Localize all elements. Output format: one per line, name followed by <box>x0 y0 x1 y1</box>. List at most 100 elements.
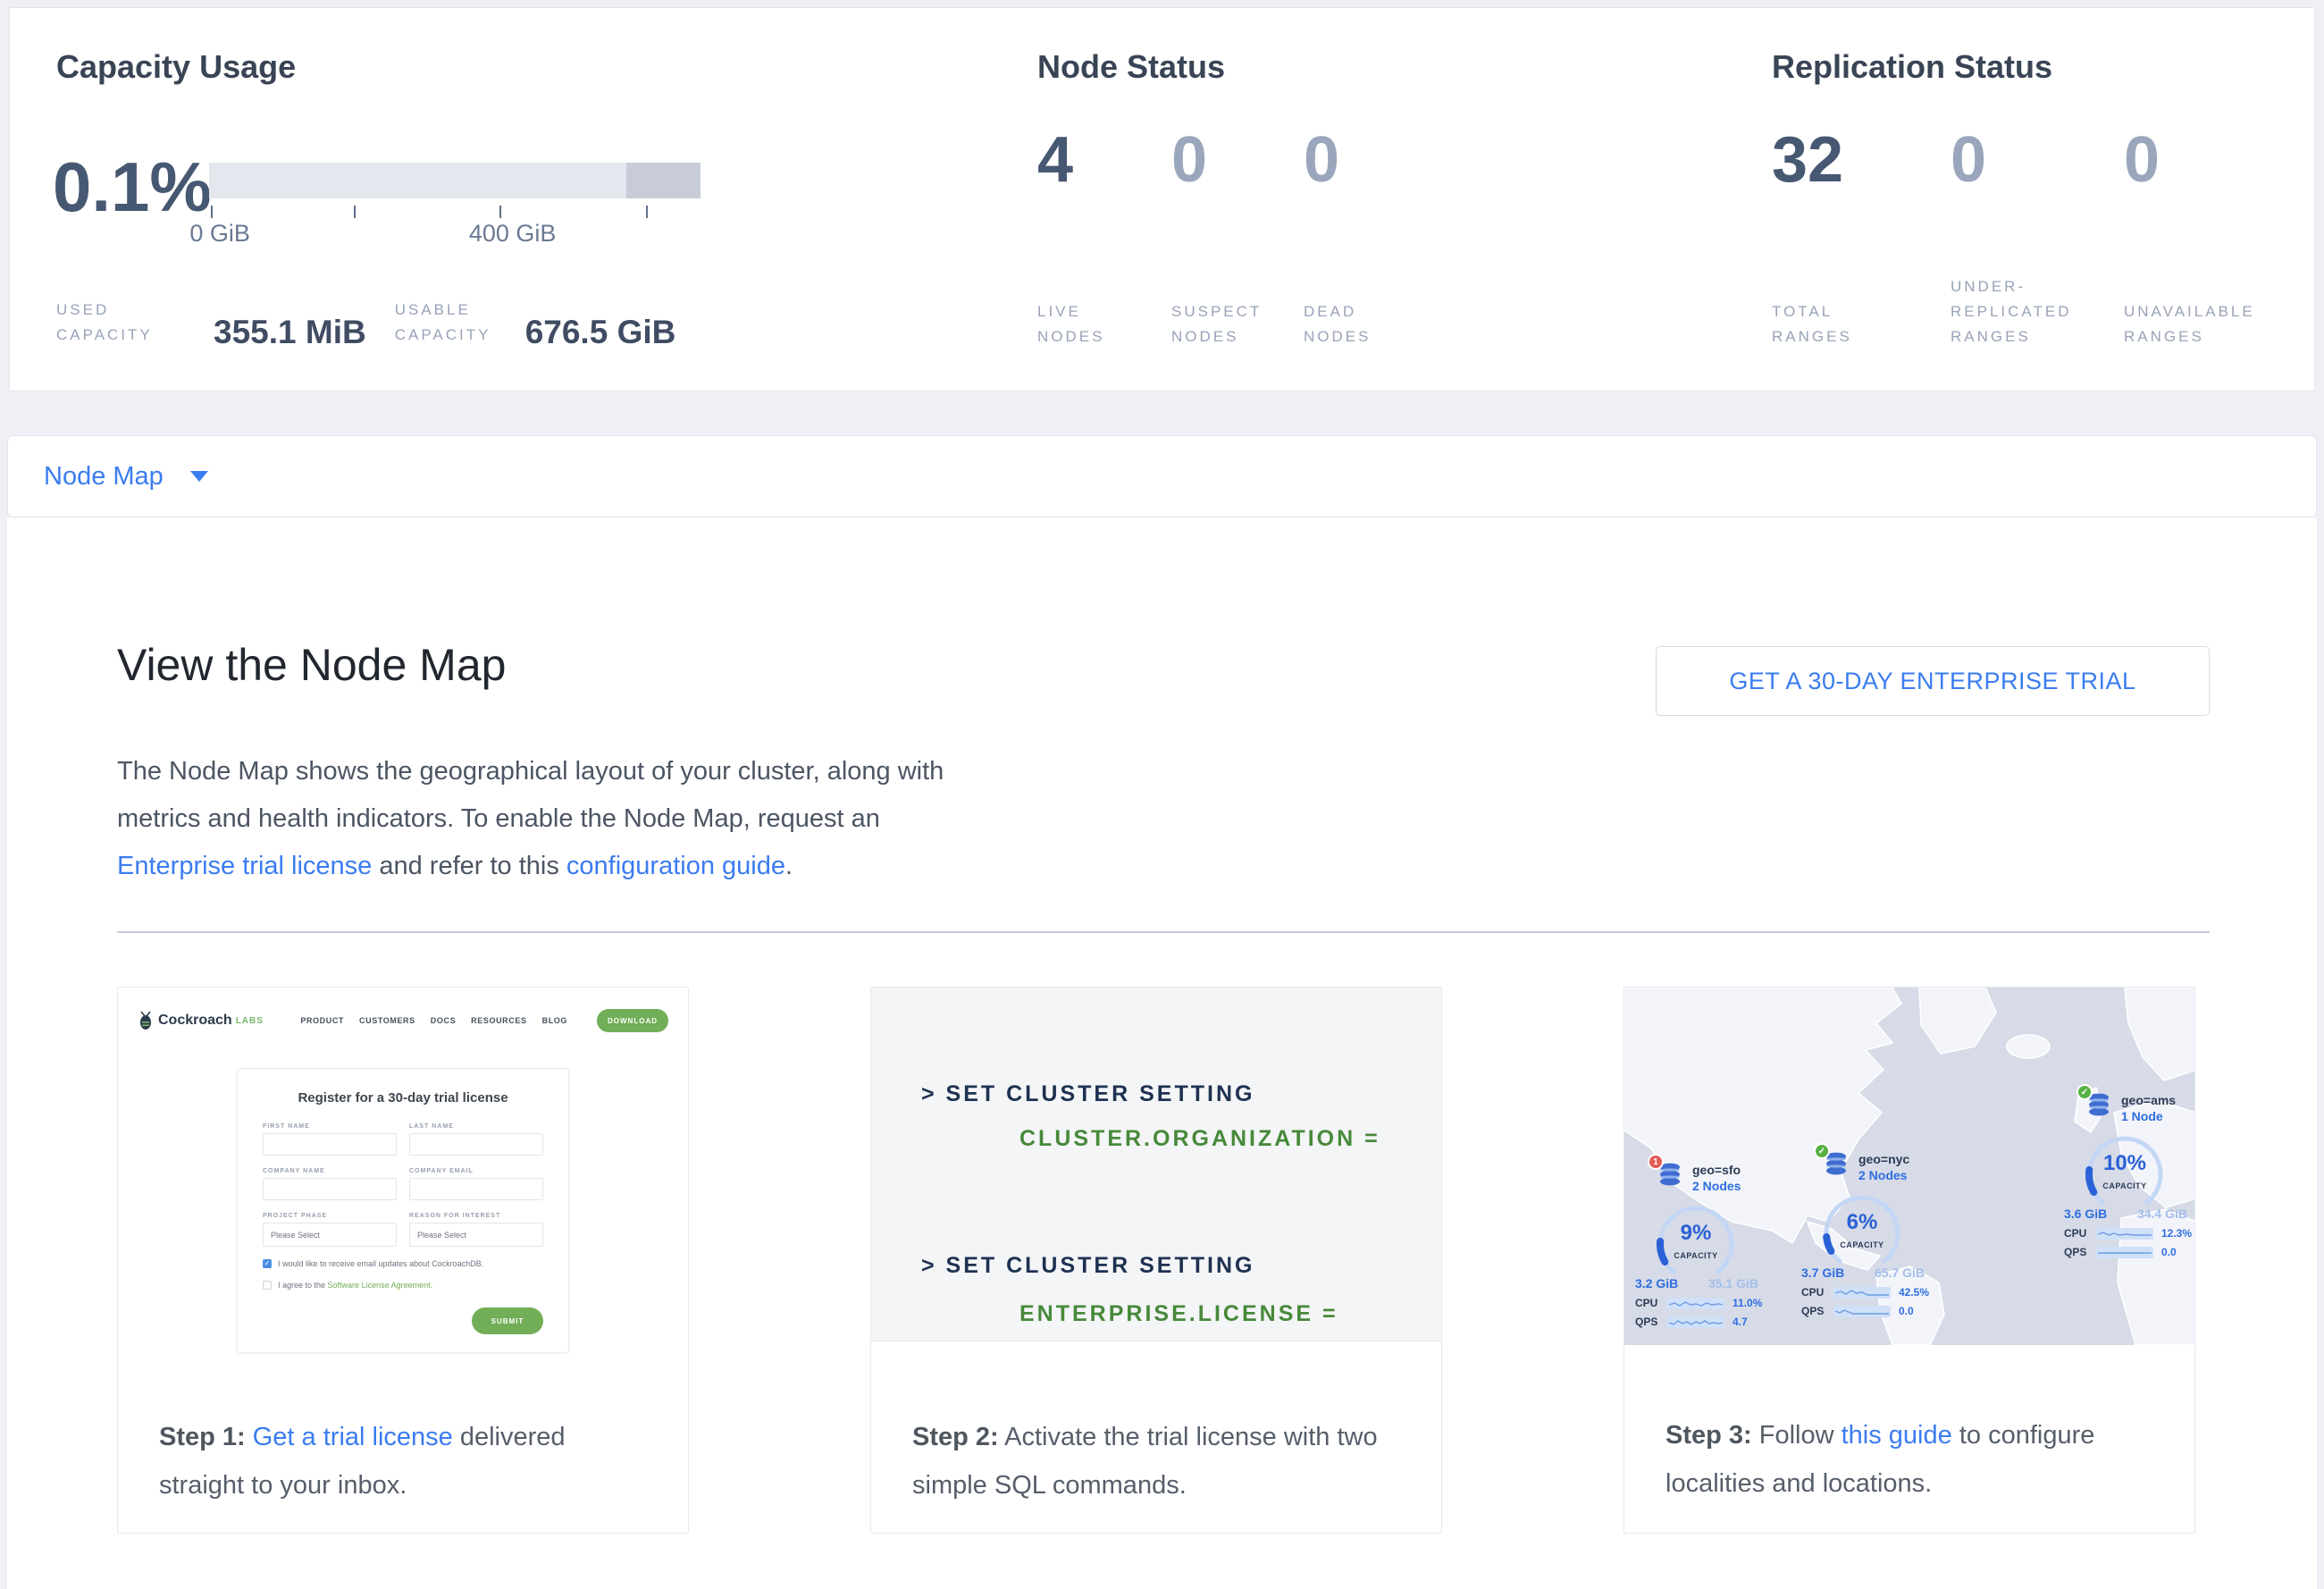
enterprise-trial-license-link[interactable]: Enterprise trial license <box>117 852 372 880</box>
capacity-label: CAPACITY <box>2082 1181 2168 1190</box>
nav-item-product: PRODUCT <box>300 1016 344 1025</box>
dead-nodes-stat: 0 DEAD NODES <box>1304 85 1456 391</box>
first-name-field: FIRST NAME <box>263 1123 397 1156</box>
database-icon <box>1658 1163 1685 1188</box>
step3-prefix: Step 3: <box>1665 1421 1752 1450</box>
usable-capacity-value: 676.5 GiB <box>525 317 676 348</box>
axis-label-400: 400 GiB <box>469 220 557 248</box>
this-guide-link[interactable]: this guide <box>1842 1421 1952 1450</box>
cockroach-labs-logo: Cockroach LABS <box>138 1011 264 1030</box>
capacity-arc-sfo: 9% CAPACITY <box>1653 1201 1739 1287</box>
capacity-bar <box>209 163 701 198</box>
capacity-bar-row: 0.1% <box>56 163 1037 198</box>
email-updates-checkbox-row: ✓ I would like to receive email updates … <box>263 1259 543 1268</box>
mini-site-header: Cockroach LABS PRODUCT CUSTOMERS DOCS RE… <box>138 1009 668 1032</box>
node-status-section: Node Status 4 LIVE NODES 0 SUSPECT NODES… <box>1037 8 1772 391</box>
cpu-value: 11.0% <box>1733 1297 1762 1309</box>
step3-caption: Step 3: Follow this guide to configure l… <box>1624 1345 2194 1508</box>
trial-registration-form: Register for a 30-day trial license FIRS… <box>237 1068 569 1353</box>
capacity-label: CAPACITY <box>1819 1240 1905 1249</box>
cpu-sparkline <box>1833 1287 1891 1299</box>
nav-item-customers: CUSTOMERS <box>359 1016 415 1025</box>
qps-label: QPS <box>2064 1246 2096 1258</box>
capacity-percent: 9% <box>1653 1221 1739 1246</box>
cpu-value: 42.5% <box>1899 1286 1929 1299</box>
cpu-sparkline <box>1667 1298 1724 1309</box>
project-phase-field: PROJECT PHASE Please Select <box>263 1213 397 1247</box>
sql-code-block: > SET CLUSTER SETTING CLUSTER.ORGANIZATI… <box>871 988 1441 1341</box>
locality-name: geo=nyc <box>1858 1152 1909 1167</box>
replication-status-stats: 32 TOTAL RANGES 0 UNDER- REPLICATED RANG… <box>1772 85 2314 391</box>
license-agreement-pre: I agree to the <box>278 1281 328 1290</box>
used-capacity-label: USED CAPACITY <box>56 298 210 348</box>
qps-value: 0.0 <box>1899 1305 1914 1317</box>
capacity-percent: 0.1% <box>53 152 212 222</box>
checkbox-checked-icon: ✓ <box>263 1259 272 1268</box>
qps-metric-ams: QPS 0.0 <box>2064 1246 2194 1258</box>
form-title: Register for a 30-day trial license <box>263 1090 543 1106</box>
cpu-metric-sfo: CPU 11.0% <box>1635 1297 1769 1309</box>
locality-node-count: 2 Nodes <box>1692 1178 1741 1194</box>
node-status-title: Node Status <box>1037 49 1772 85</box>
logo-suffix: LABS <box>236 1016 264 1026</box>
capacity-percent: 10% <box>2082 1151 2168 1176</box>
capacity-percent: 6% <box>1819 1210 1905 1235</box>
locality-node-count: 1 Node <box>2121 1108 2176 1124</box>
unavailable-ranges-stat: 0 UNAVAILABLE RANGES <box>2124 85 2303 391</box>
cpu-label: CPU <box>2064 1227 2096 1240</box>
qps-value: 4.7 <box>1733 1316 1748 1328</box>
locality-nyc-header: ✓ geo=nyc 2 Nodes <box>1801 1152 1935 1183</box>
configuration-guide-link[interactable]: configuration guide <box>566 852 785 880</box>
reason-field: REASON FOR INTEREST Please Select <box>409 1213 543 1247</box>
qps-metric-nyc: QPS 0.0 <box>1801 1305 1935 1317</box>
locality-node-count: 2 Nodes <box>1858 1167 1909 1183</box>
axis-label-0: 0 GiB <box>189 220 250 248</box>
dead-nodes-label: DEAD NODES <box>1304 299 1456 349</box>
under-replicated-stat: 0 UNDER- REPLICATED RANGES <box>1951 85 2124 391</box>
sql-line-4: ENTERPRISE.LICENSE = <box>1019 1300 1441 1327</box>
used-capacity-value: 355.1 MiB <box>214 317 366 348</box>
chevron-down-icon <box>190 471 208 482</box>
cpu-value: 12.3% <box>2161 1227 2192 1240</box>
qps-value: 0.0 <box>2161 1246 2177 1258</box>
submit-row: SUBMIT <box>263 1307 543 1334</box>
qps-sparkline <box>2096 1247 2153 1258</box>
node-map-dropdown[interactable]: Node Map <box>7 435 2317 517</box>
locality-sfo-header: 1 geo=sfo 2 Nodes <box>1635 1163 1769 1194</box>
intro-text-2: and refer to this <box>372 852 566 880</box>
cpu-metric-ams: CPU 12.3% <box>2064 1227 2194 1240</box>
capacity-stats: USED CAPACITY 355.1 MiB USABLE CAPACITY … <box>56 298 1037 348</box>
submit-button-thumbnail: SUBMIT <box>472 1307 543 1334</box>
suspect-nodes-stat: 0 SUSPECT NODES <box>1171 85 1304 391</box>
usable-capacity-stat: USABLE CAPACITY 676.5 GiB <box>395 298 676 348</box>
under-replicated-value: 0 <box>1951 126 2124 194</box>
capacity-axis-labels: 0 GiB 400 GiB <box>209 218 701 248</box>
unavailable-ranges-label: UNAVAILABLE RANGES <box>2124 299 2303 349</box>
total-ranges-value: 32 <box>1772 126 1951 194</box>
qps-label: QPS <box>1801 1305 1833 1317</box>
company-name-field: COMPANY NAME <box>263 1168 397 1200</box>
capacity-arc-nyc: 6% CAPACITY <box>1819 1190 1905 1276</box>
replication-status-title: Replication Status <box>1772 49 2314 85</box>
get-trial-button[interactable]: GET A 30-DAY ENTERPRISE TRIAL <box>1656 646 2210 716</box>
page-title: View the Node Map <box>117 639 506 691</box>
unavailable-ranges-value: 0 <box>2124 126 2303 194</box>
company-email-input <box>409 1178 543 1200</box>
nav-item-resources: RESOURCES <box>471 1016 526 1025</box>
download-button-thumbnail: DOWNLOAD <box>597 1009 668 1032</box>
qps-sparkline <box>1833 1306 1891 1317</box>
intro-text-1: The Node Map shows the geographical layo… <box>117 757 944 833</box>
ok-badge-icon: ✓ <box>2076 1084 2093 1100</box>
step1-card: Cockroach LABS PRODUCT CUSTOMERS DOCS RE… <box>117 987 689 1534</box>
replication-status-section: Replication Status 32 TOTAL RANGES 0 UND… <box>1772 8 2314 391</box>
node-map-dropdown-label: Node Map <box>44 462 164 492</box>
nav-item-blog: BLOG <box>542 1016 567 1025</box>
get-trial-license-link[interactable]: Get a trial license <box>253 1423 453 1451</box>
total-ranges-stat: 32 TOTAL RANGES <box>1772 85 1951 391</box>
company-name-label: COMPANY NAME <box>263 1168 397 1174</box>
capacity-usage-section: Capacity Usage 0.1% 0 GiB 400 GiB USED C… <box>56 8 1037 391</box>
live-nodes-value: 4 <box>1037 126 1171 194</box>
locality-name: geo=ams <box>2121 1093 2176 1108</box>
project-phase-select: Please Select <box>263 1223 397 1247</box>
axis-tick <box>354 206 356 218</box>
